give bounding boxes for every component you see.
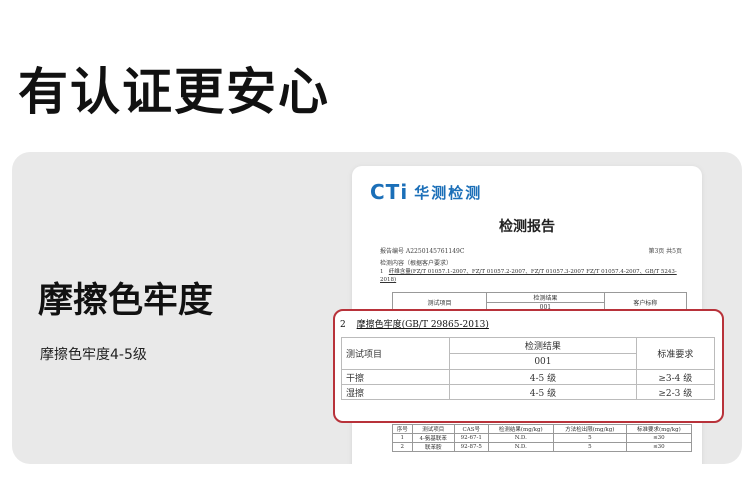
table-header: 序号 [392,424,413,434]
col-header-item: 测试项目 [340,337,451,370]
highlight-heading-text: 摩擦色牢度(GB/T 29865-2013) [356,320,489,330]
col-header-requirement: 标准要求 [635,337,716,370]
row-item: 干擦 [340,369,451,385]
table-row: 干擦 4-5 级 ≥3-4 级 [340,369,716,385]
table-row: 2 联苯胺 92-87-5 N.D. 5 ≤30 [392,442,693,452]
feature-subtitle: 摩擦色牢度4-5级 [40,347,147,363]
table-header: 方法检出限(mg/kg) [552,424,627,434]
report-content-label: 检测内容（根据客户要求） [380,260,453,267]
row-result: 4-5 级 [449,384,637,400]
table-row: 1 4-氨基联苯 92-67-1 N.D. 5 ≤30 [392,433,693,443]
report-item-1-text: 纤维含量(FZ/T 01057.1-2007、FZ/T 01057.2-2007… [380,269,677,283]
report-item-1: 1 纤维含量(FZ/T 01057.1-2007、FZ/T 01057.2-20… [380,269,677,283]
cti-logo-text: CTi [370,180,409,204]
table-header: 检测结果 [486,292,605,303]
cti-logo: CTi 华测检测 [370,180,482,204]
row-result: 4-5 级 [449,369,637,385]
table-header: 标准要求(mg/kg) [625,424,693,434]
report-number: 报告编号 A2250145761149C [380,248,465,255]
row-item: 湿擦 [340,384,451,400]
col-header-result: 检测结果 [449,337,637,354]
table-row: 湿擦 4-5 级 ≥2-3 级 [340,384,716,400]
page-headline: 有认证更安心 [18,63,330,121]
table-header: CAS号 [453,424,489,434]
report-page: 第3页 共5页 [648,248,682,255]
rubbing-fastness-highlight: 2 摩擦色牢度(GB/T 29865-2013) 测试项目 检测结果 标准要求 … [333,309,724,423]
sample-id: 001 [449,353,637,370]
row-requirement: ≥2-3 级 [635,384,716,400]
table-header: 检测结果(mg/kg) [487,424,554,434]
report-title: 检测报告 [499,219,555,235]
feature-title: 摩擦色牢度 [38,281,214,321]
highlight-heading: 2 摩擦色牢度(GB/T 29865-2013) [340,320,489,330]
table-header: 测试项目 [411,424,455,434]
row-requirement: ≥3-4 级 [635,369,716,385]
cti-logo-cn: 华测检测 [414,183,483,202]
rubbing-fastness-table: 测试项目 检测结果 标准要求 001 干擦 4-5 级 ≥3-4 级 湿擦 4-… [340,337,716,400]
report-amine-table: 序号 测试项目 CAS号 检测结果(mg/kg) 方法检出限(mg/kg) 标准… [392,424,693,452]
